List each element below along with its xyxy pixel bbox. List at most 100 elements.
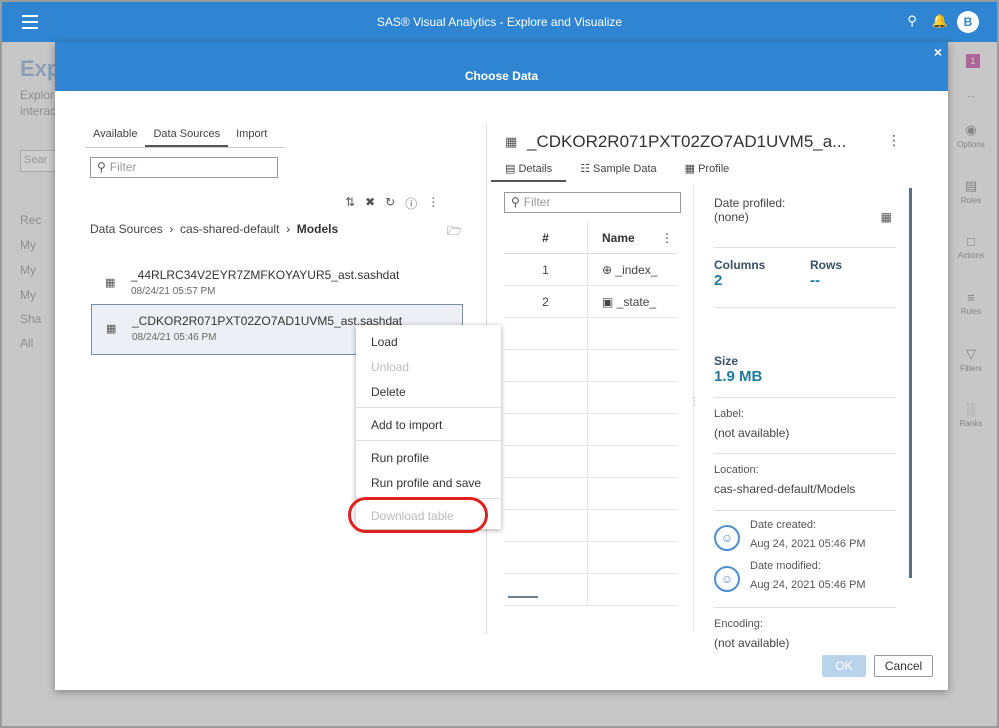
numeric-icon: ⊕ (602, 263, 613, 277)
cancel-button[interactable]: Cancel (874, 655, 933, 677)
annotation-highlight-ring (348, 497, 488, 533)
table-row-empty (504, 574, 677, 606)
counts-section: Columns 2 Rows -- (714, 248, 896, 308)
ok-button[interactable]: OK (822, 655, 866, 677)
modified-label: Date modified: (750, 560, 821, 572)
breadcrumb-lib[interactable]: cas-shared-default (180, 222, 279, 236)
table-row-empty (504, 382, 677, 414)
breadcrumb-current: Models (296, 222, 339, 236)
source-toolbar: ⇅ ✖ ↻ ⓘ ⋮ (345, 195, 439, 212)
detail-tabs: ▤ Details ☷ Sample Data ▦ Profile (491, 160, 743, 182)
file-date: 08/24/21 05:46 PM (132, 332, 217, 343)
date-profiled-section: Date profiled: (none) ▦ (714, 196, 896, 248)
tab-data-sources[interactable]: Data Sources (145, 126, 229, 147)
menu-separator (356, 407, 501, 408)
breadcrumb-root[interactable]: Data Sources (90, 222, 163, 236)
sort-icon[interactable]: ⇅ (345, 195, 355, 212)
profile-icon: ▦ (684, 163, 696, 175)
modifier-avatar-icon: ☺ (714, 566, 740, 592)
label-value: (not available) (714, 426, 790, 440)
file-date: 08/24/21 05:57 PM (131, 286, 216, 297)
tab-profile[interactable]: ▦ Profile (671, 160, 744, 182)
source-filter-input[interactable]: ⚲ Filter (90, 157, 278, 178)
source-tabs: Available Data Sources Import (85, 126, 285, 148)
table-title: _CDKOR2R071PXT02ZO7AD1UVM5_a... (527, 132, 847, 151)
size-value: 1.9 MB (714, 368, 763, 385)
location-label: Location: (714, 464, 759, 476)
label-section: Label: (not available) (714, 398, 896, 454)
dialog-title: Choose Data (464, 69, 539, 83)
file-name: _44RLRC34V2EYR7ZMFKOYAYUR5_ast.sashdat (131, 268, 400, 282)
menu-item-load[interactable]: Load (356, 329, 501, 354)
column-menu-icon[interactable]: ⋮ (661, 231, 673, 245)
table-row-empty (504, 478, 677, 510)
search-icon[interactable]: ⚲ (903, 13, 921, 31)
search-icon: ⚲ (97, 160, 106, 174)
row-num: 2 (504, 286, 588, 317)
columns-label: Columns (714, 258, 766, 272)
details-icon: ▤ (505, 163, 516, 175)
refresh-icon[interactable]: ↻ (385, 195, 395, 212)
table-icon: ▦ (505, 134, 518, 149)
binary-icon: ▣ (602, 295, 614, 309)
columns-header: # Name ⋮ (504, 222, 677, 254)
table-row[interactable]: 2 ▣ _state_ (504, 286, 677, 318)
table-row-empty (504, 446, 677, 478)
menu-separator (356, 440, 501, 441)
close-icon[interactable]: × (934, 44, 942, 60)
info-scrollbar[interactable] (909, 188, 912, 578)
menu-item-run-profile-save[interactable]: Run profile and save (356, 470, 501, 495)
size-label: Size (714, 354, 739, 368)
tab-import[interactable]: Import (228, 126, 275, 147)
breadcrumb: Data Sources › cas-shared-default › Mode… (90, 222, 339, 236)
user-avatar[interactable]: B (957, 11, 979, 33)
more-options-icon[interactable]: ⋮ (887, 132, 901, 149)
menu-item-add-to-import[interactable]: Add to import (356, 412, 501, 437)
disconnect-icon[interactable]: ✖ (365, 195, 375, 212)
size-section: Size 1.9 MB (714, 308, 896, 398)
dates-section: ☺ Date created: Aug 24, 2021 05:46 PM ☺ … (714, 511, 896, 608)
tab-sample-data[interactable]: ☷ Sample Data (566, 160, 671, 182)
columns-value: 2 (714, 272, 723, 289)
rows-value: -- (810, 272, 820, 289)
table-row-empty (504, 318, 677, 350)
app-window: SAS® Visual Analytics - Explore and Visu… (0, 0, 999, 728)
created-value: Aug 24, 2021 05:46 PM (750, 538, 866, 550)
app-bar: SAS® Visual Analytics - Explore and Visu… (2, 2, 997, 42)
header-num: # (504, 222, 588, 253)
encoding-section: Encoding: (not available) (714, 608, 896, 664)
creator-avatar-icon: ☺ (714, 525, 740, 551)
encoding-value: (not available) (714, 636, 790, 650)
label-label: Label: (714, 408, 744, 420)
rows-label: Rows (810, 258, 843, 272)
folder-up-icon[interactable]: 🗁 (447, 222, 462, 243)
date-profiled-value: (none) (714, 210, 749, 224)
modified-value: Aug 24, 2021 05:46 PM (750, 579, 866, 591)
table-row-empty (504, 510, 677, 542)
row-name: ▣ _state_ (602, 295, 657, 309)
file-item[interactable]: ▦ _44RLRC34V2EYR7ZMFKOYAYUR5_ast.sashdat… (91, 259, 463, 310)
columns-table: # Name ⋮ 1 ⊕ _index_ 2 ▣ _state_ (504, 222, 677, 606)
column-filter-input[interactable]: ⚲ Filter (504, 192, 681, 213)
more-options-icon[interactable]: ⋮ (427, 195, 439, 212)
app-title: SAS® Visual Analytics - Explore and Visu… (376, 15, 623, 29)
horizontal-scrollbar[interactable] (508, 596, 538, 598)
table-row[interactable]: 1 ⊕ _index_ (504, 254, 677, 286)
help-icon[interactable]: ⓘ (405, 195, 417, 212)
header-name[interactable]: Name ⋮ (588, 222, 677, 253)
bell-icon[interactable]: 🔔 (931, 13, 949, 31)
location-value: cas-shared-default/Models (714, 482, 856, 496)
sample-data-icon: ☷ (580, 163, 590, 175)
menu-item-unload: Unload (371, 360, 410, 374)
location-section: Location: cas-shared-default/Models (714, 454, 896, 511)
table-row-empty (504, 542, 677, 574)
profile-icon[interactable]: ▦ (881, 210, 892, 224)
dialog-header: Choose Data × (55, 42, 948, 91)
table-icon: ▦ (105, 277, 116, 289)
choose-data-dialog: Choose Data × Available Data Sources Imp… (55, 42, 948, 690)
tab-details[interactable]: ▤ Details (491, 160, 567, 182)
menu-item-delete[interactable]: Delete (356, 379, 501, 404)
tab-available[interactable]: Available (85, 126, 145, 147)
created-label: Date created: (750, 519, 817, 531)
menu-item-run-profile[interactable]: Run profile (356, 445, 501, 470)
